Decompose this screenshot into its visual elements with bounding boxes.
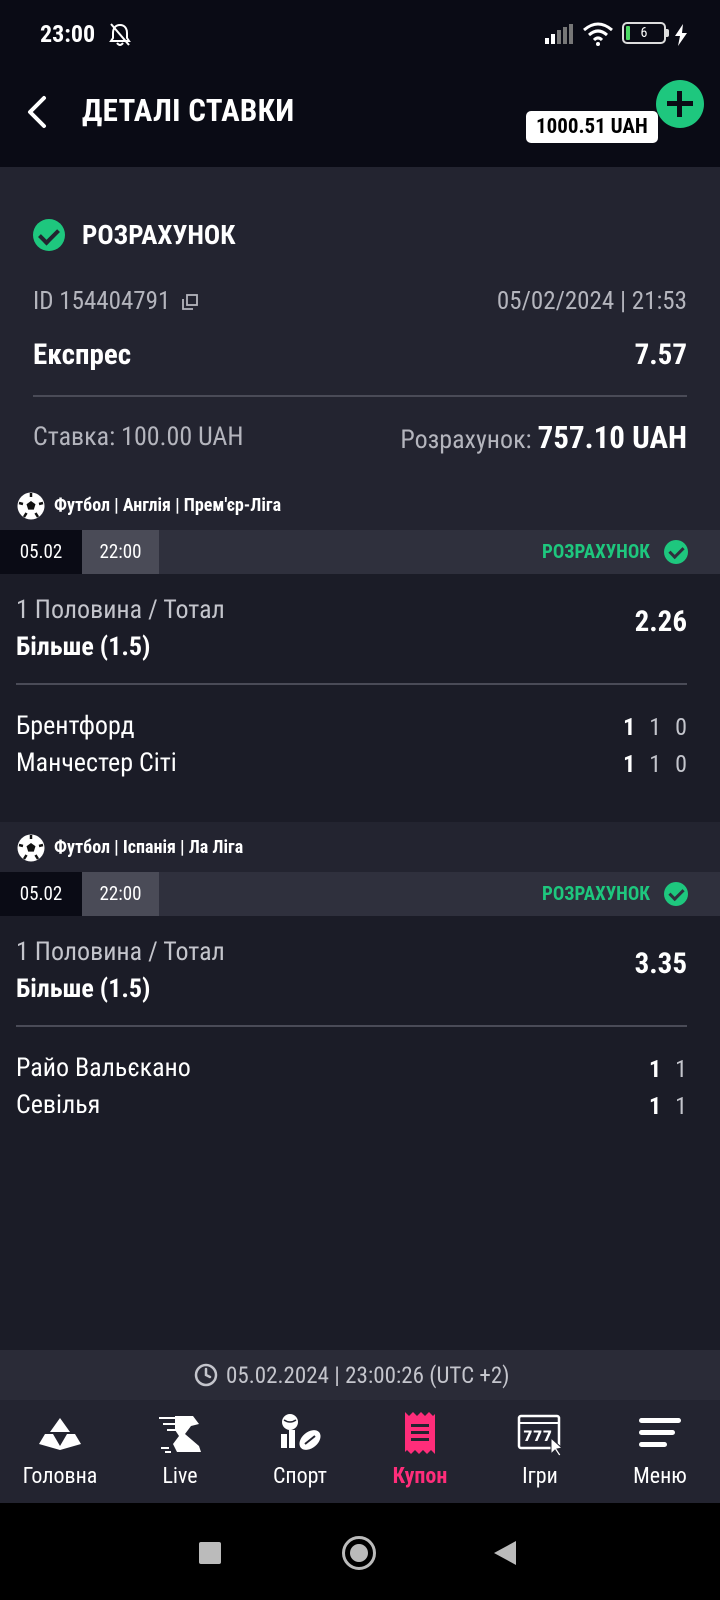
divider xyxy=(16,683,687,685)
check-circle-icon xyxy=(664,882,688,906)
system-back-button[interactable] xyxy=(494,1541,516,1565)
market-name: 1 Половина / Тотал xyxy=(16,937,225,967)
team-home: Брентфорд xyxy=(16,711,135,741)
selection: Більше (1.5) xyxy=(16,632,151,662)
nav-item-games[interactable]: 777 Ігри xyxy=(480,1400,600,1503)
menu-icon xyxy=(639,1418,681,1447)
payout-value: 757.10 UAH xyxy=(537,419,687,456)
bet-type: Експрес xyxy=(33,338,132,372)
bet-status: РОЗРАХУНОК xyxy=(33,219,235,251)
add-funds-button[interactable] xyxy=(656,80,704,128)
selection-odds: 3.35 xyxy=(634,947,687,981)
bell-muted-icon xyxy=(109,23,131,46)
bet-status-label: РОЗРАХУНОК xyxy=(82,219,236,251)
balance-badge[interactable]: 1000.51 UAH xyxy=(526,111,658,143)
battery-level: 6 xyxy=(640,25,648,41)
wifi-icon xyxy=(583,22,613,46)
score-total: 1 xyxy=(649,1055,662,1083)
divider xyxy=(33,395,687,397)
team-home-score: 1 1 xyxy=(649,1055,687,1083)
status-bar: 23:00 6 xyxy=(0,0,720,70)
football-icon xyxy=(17,834,45,862)
server-time: 05.02.2024 | 23:00:26 (UTC +2) xyxy=(226,1362,510,1389)
market-name: 1 Половина / Тотал xyxy=(16,595,225,625)
check-circle-icon xyxy=(664,540,688,564)
payout: Розрахунок: 757.10 UAH xyxy=(400,419,687,456)
event-header: Футбол | Іспанія | Ла Ліга xyxy=(0,822,720,872)
event-league: Футбол | Іспанія | Ла Ліга xyxy=(54,837,244,858)
sport-icon xyxy=(281,1414,321,1450)
nav-label: Ігри xyxy=(522,1464,558,1489)
score-half-1: 1 xyxy=(675,1092,687,1120)
bet-datetime: 05/02/2024 | 21:53 xyxy=(496,287,687,316)
event-date: 05.02 xyxy=(0,530,82,574)
nav-label: Меню xyxy=(633,1464,687,1489)
team-away: Севілья xyxy=(16,1090,101,1120)
nav-item-sport[interactable]: Спорт xyxy=(240,1400,360,1503)
divider xyxy=(16,1025,687,1027)
system-nav-bar xyxy=(0,1503,720,1600)
copy-icon[interactable] xyxy=(182,293,199,310)
score-half-1: 1 xyxy=(649,750,662,778)
bet-id: ID 154404791 xyxy=(33,287,199,316)
games-icon: 777 xyxy=(517,1414,564,1456)
recents-button[interactable] xyxy=(199,1542,221,1564)
nav-item-home[interactable]: Головна xyxy=(0,1400,120,1503)
team-away-score: 1 1 0 xyxy=(623,750,687,778)
total-odds: 7.57 xyxy=(634,338,687,372)
payout-label: Розрахунок: xyxy=(400,425,532,455)
score-half-2: 0 xyxy=(675,750,687,778)
nav-label: Спорт xyxy=(272,1464,328,1489)
score-half-2: 0 xyxy=(675,713,687,741)
battery-icon: 6 xyxy=(622,22,666,44)
stake: Ставка: 100.00 UAH xyxy=(33,422,244,452)
home-button[interactable] xyxy=(342,1536,376,1570)
event-time: 22:00 xyxy=(82,530,159,574)
team-home: Райо Вальєкано xyxy=(16,1053,191,1083)
score-total: 1 xyxy=(649,1092,662,1120)
event-date: 05.02 xyxy=(0,872,82,916)
nav-item-live[interactable]: Live xyxy=(120,1400,240,1503)
signal-icon xyxy=(545,24,573,44)
home-icon xyxy=(39,1418,81,1450)
check-circle-icon xyxy=(33,219,65,251)
nav-label: Головна xyxy=(22,1464,98,1489)
nav-item-coupon[interactable]: Купон xyxy=(360,1400,480,1503)
team-away-score: 1 1 xyxy=(649,1092,687,1120)
event-card: Футбол | Англія | Прем'єр-Ліга 05.02 22:… xyxy=(0,480,720,807)
page-title: ДЕТАЛІ СТАВКИ xyxy=(82,92,295,129)
back-arrow-icon[interactable] xyxy=(14,88,62,136)
event-card: Футбол | Іспанія | Ла Ліга 05.02 22:00 Р… xyxy=(0,822,720,1157)
score-total: 1 xyxy=(623,713,636,741)
event-status: РОЗРАХУНОК xyxy=(542,882,650,905)
score-total: 1 xyxy=(623,750,636,778)
clock-icon xyxy=(194,1363,218,1387)
football-icon xyxy=(17,492,45,520)
svg-text:777: 777 xyxy=(523,1429,552,1445)
team-home-score: 1 1 0 xyxy=(623,713,687,741)
team-away: Манчестер Сіті xyxy=(16,748,177,778)
charging-icon xyxy=(675,24,687,46)
coupon-icon xyxy=(405,1412,435,1454)
selection: Більше (1.5) xyxy=(16,974,151,1004)
bet-id-text: ID 154404791 xyxy=(33,287,171,316)
bottom-nav: Головна Live Спорт Купон 777 Ігри Меню xyxy=(0,1400,720,1503)
event-time: 22:00 xyxy=(82,872,159,916)
bet-summary: РОЗРАХУНОК ID 154404791 05/02/2024 | 21:… xyxy=(0,167,720,480)
live-icon xyxy=(159,1416,201,1453)
event-header: Футбол | Англія | Прем'єр-Ліга xyxy=(0,480,720,530)
nav-label: Купон xyxy=(392,1464,448,1489)
event-meta: 05.02 22:00 РОЗРАХУНОК xyxy=(0,530,720,574)
header: ДЕТАЛІ СТАВКИ 1000.51 UAH xyxy=(0,70,720,167)
score-half-1: 1 xyxy=(675,1055,687,1083)
selection-odds: 2.26 xyxy=(634,605,687,639)
event-league: Футбол | Англія | Прем'єр-Ліга xyxy=(54,495,282,516)
nav-label: Live xyxy=(162,1464,198,1489)
event-meta: 05.02 22:00 РОЗРАХУНОК xyxy=(0,872,720,916)
nav-item-menu[interactable]: Меню xyxy=(600,1400,720,1503)
event-status: РОЗРАХУНОК xyxy=(542,540,650,563)
status-time: 23:00 xyxy=(40,20,96,48)
server-time-bar: 05.02.2024 | 23:00:26 (UTC +2) xyxy=(0,1350,720,1400)
score-half-1: 1 xyxy=(649,713,662,741)
